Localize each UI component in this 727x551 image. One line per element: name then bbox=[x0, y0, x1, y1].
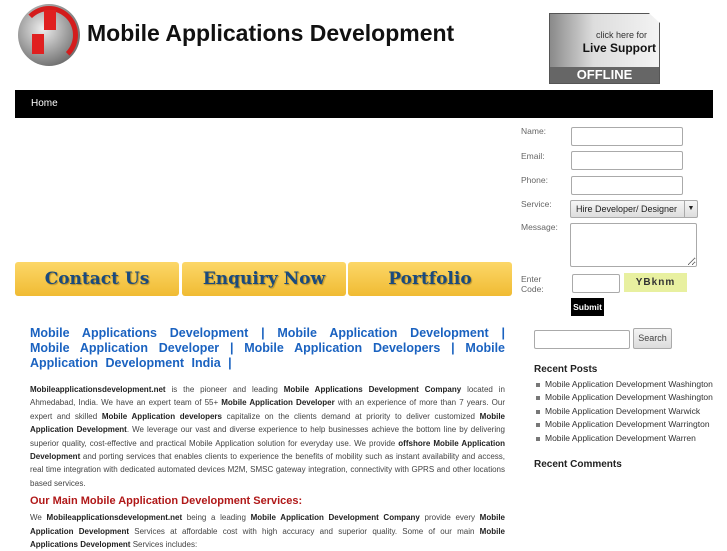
site-logo[interactable] bbox=[18, 4, 80, 66]
bold-text: Mobileapplicationsdevelopment.net bbox=[46, 513, 183, 523]
text-segment: capitalize on the clients demand at prio… bbox=[222, 411, 480, 421]
text-segment: Services at affordable cost with high ac… bbox=[129, 526, 480, 536]
support-line1: click here for bbox=[595, 30, 647, 40]
text-segment: is the pioneer and leading bbox=[165, 385, 284, 394]
bold-text: Mobile Application Developer bbox=[221, 398, 335, 408]
phone-input[interactable] bbox=[571, 176, 683, 195]
support-status: OFFLINE bbox=[550, 67, 659, 83]
name-input[interactable] bbox=[571, 127, 683, 146]
search-input[interactable] bbox=[534, 330, 630, 349]
main-content: Mobile Applications Development | Mobile… bbox=[30, 326, 505, 551]
service-label: Service: bbox=[521, 199, 552, 209]
main-nav: Home bbox=[15, 90, 713, 118]
bold-text: Mobile Application Development Company bbox=[250, 513, 420, 523]
message-label: Message: bbox=[521, 222, 558, 232]
text-segment: We bbox=[30, 513, 47, 523]
nav-home[interactable]: Home bbox=[31, 98, 58, 109]
recent-post-link[interactable]: Mobile Application Development Warren bbox=[534, 432, 714, 445]
email-label: Email: bbox=[521, 151, 545, 161]
site-title[interactable]: Mobile Applications Development bbox=[87, 20, 454, 47]
text-segment: and porting services that enables client… bbox=[30, 452, 505, 488]
message-textarea[interactable] bbox=[570, 223, 697, 267]
sidebar: Recent Posts Mobile Application Developm… bbox=[534, 364, 714, 473]
service-value: Hire Developer/ Designer bbox=[576, 204, 678, 214]
text-segment: provide every bbox=[419, 513, 480, 523]
portfolio-button[interactable]: Portfolio bbox=[348, 262, 512, 296]
support-line2: Live Support bbox=[582, 41, 656, 55]
bold-text: Mobileapplicationsdevelopment.net bbox=[30, 385, 166, 394]
recent-posts-title: Recent Posts bbox=[534, 364, 598, 375]
text-segment: being a leading bbox=[182, 513, 251, 523]
recent-post-link[interactable]: Mobile Application Development Washingto… bbox=[534, 378, 714, 391]
recent-post-link[interactable]: Mobile Application Development Warwick bbox=[534, 405, 714, 418]
submit-button[interactable]: Submit bbox=[571, 298, 604, 316]
services-paragraph: We Mobileapplicationsdevelopment.net bei… bbox=[30, 511, 505, 551]
phone-label: Phone: bbox=[521, 175, 548, 185]
service-select[interactable]: Hire Developer/ Designer ▼ bbox=[570, 200, 698, 218]
name-label: Name: bbox=[521, 126, 547, 136]
search-button[interactable]: Search bbox=[633, 328, 672, 349]
bold-text: Mobile Application developers bbox=[101, 411, 222, 421]
intro-paragraph: Mobileapplicationsdevelopment.net is the… bbox=[30, 383, 505, 490]
recent-post-link[interactable]: Mobile Application Development Washingto… bbox=[534, 391, 714, 404]
enquiry-now-button[interactable]: Enquiry Now bbox=[182, 262, 346, 296]
captcha-image: YBknm bbox=[624, 273, 687, 292]
live-support-button[interactable]: click here for Live Support OFFLINE bbox=[549, 13, 660, 84]
chevron-down-icon: ▼ bbox=[684, 201, 697, 217]
email-input[interactable] bbox=[571, 151, 683, 170]
headline-links[interactable]: Mobile Applications Development | Mobile… bbox=[30, 326, 505, 371]
bold-text: Mobile Applications Development Company bbox=[283, 385, 462, 394]
services-heading: Our Main Mobile Application Development … bbox=[30, 495, 303, 508]
contact-us-button[interactable]: Contact Us bbox=[15, 262, 179, 296]
recent-post-link[interactable]: Mobile Application Development Warringto… bbox=[534, 418, 714, 431]
code-input[interactable] bbox=[572, 274, 620, 293]
recent-comments-title: Recent Comments bbox=[534, 459, 622, 471]
code-label: Enter Code: bbox=[521, 274, 544, 294]
